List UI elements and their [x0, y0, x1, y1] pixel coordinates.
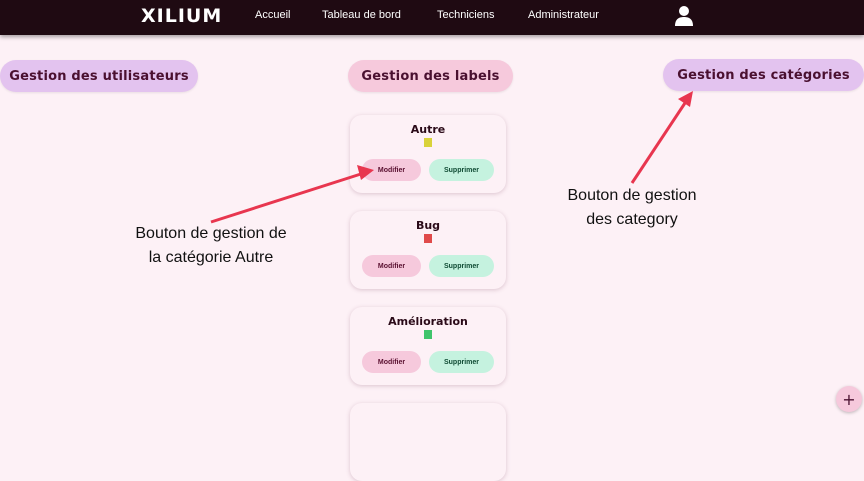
label-card: Bug Modifier Supprimer [350, 211, 506, 289]
label-card-partial [350, 403, 506, 481]
label-card: Amélioration Modifier Supprimer [350, 307, 506, 385]
delete-button[interactable]: Supprimer [429, 351, 494, 373]
add-button[interactable]: + [836, 386, 862, 412]
labels-management-button[interactable]: Gestion des labels [348, 60, 513, 92]
user-icon[interactable] [674, 5, 694, 27]
edit-button[interactable]: Modifier [362, 255, 421, 277]
label-color-swatch [424, 234, 432, 243]
delete-button[interactable]: Supprimer [429, 255, 494, 277]
categories-management-button[interactable]: Gestion des catégories [663, 59, 864, 91]
annotation-right: Bouton de gestion des category [552, 184, 712, 232]
label-color-swatch [424, 138, 432, 147]
annotation-left-line2: la catégorie Autre [148, 249, 274, 266]
annotation-right-line1: Bouton de gestion [567, 187, 697, 204]
arrow-right-head [678, 91, 693, 107]
annotation-right-line2: des category [586, 211, 678, 228]
label-card: Autre Modifier Supprimer [350, 115, 506, 193]
label-title: Amélioration [388, 315, 468, 328]
label-color-swatch [424, 330, 432, 339]
top-navbar: XILIUM Accueil Tableau de bord Technicie… [0, 0, 864, 35]
app-logo[interactable]: XILIUM [141, 5, 222, 27]
nav-link-tableau-de-bord[interactable]: Tableau de bord [322, 9, 401, 21]
nav-link-accueil[interactable]: Accueil [255, 9, 290, 21]
annotation-left: Bouton de gestion de la catégorie Autre [118, 222, 304, 270]
edit-button[interactable]: Modifier [362, 351, 421, 373]
arrow-right-line [630, 99, 689, 184]
arrow-left-line [210, 171, 365, 224]
users-management-button[interactable]: Gestion des utilisateurs [0, 60, 198, 92]
delete-button[interactable]: Supprimer [429, 159, 494, 181]
edit-button[interactable]: Modifier [362, 159, 421, 181]
label-title: Autre [410, 123, 446, 136]
nav-link-administrateur[interactable]: Administrateur [528, 9, 599, 21]
label-title: Bug [415, 219, 441, 232]
annotation-left-line1: Bouton de gestion de [135, 225, 287, 242]
nav-link-techniciens[interactable]: Techniciens [437, 9, 494, 21]
